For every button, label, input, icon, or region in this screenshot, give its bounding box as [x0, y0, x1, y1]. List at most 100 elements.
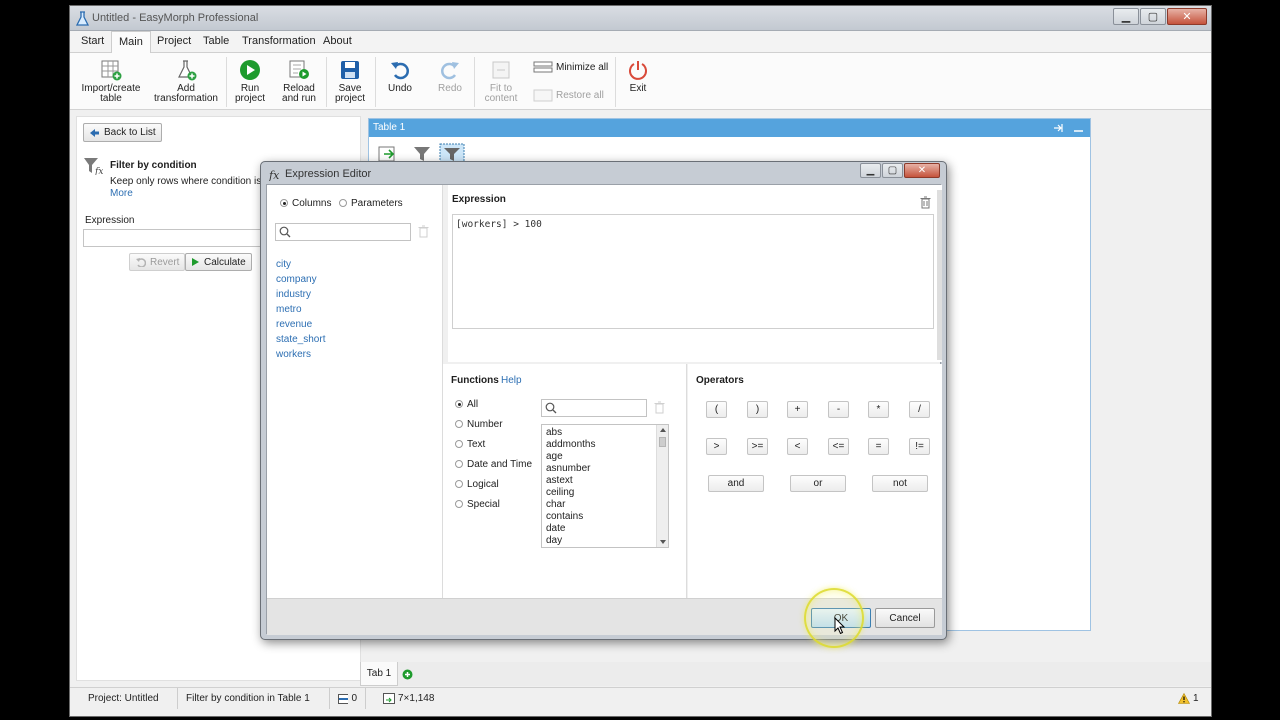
- expression-editor-input[interactable]: [workers] > 100: [452, 214, 934, 329]
- status-context: Filter by condition in Table 1: [178, 688, 330, 709]
- function-item[interactable]: contains: [542, 511, 668, 523]
- scroll-up-icon[interactable]: [659, 427, 667, 433]
- radio-unselected: [339, 199, 347, 207]
- pin-icon[interactable]: [1053, 123, 1064, 133]
- redo-button[interactable]: Redo: [433, 59, 467, 94]
- column-search-input[interactable]: [275, 223, 411, 241]
- function-item[interactable]: asnumber: [542, 463, 668, 475]
- tab-1[interactable]: Tab 1: [360, 662, 398, 686]
- search-icon: [545, 402, 557, 414]
- operator-not-equal-button[interactable]: !=: [909, 438, 930, 455]
- exit-button[interactable]: Exit: [625, 59, 651, 94]
- back-to-list-button[interactable]: Back to List: [83, 123, 162, 142]
- function-item[interactable]: addmonths: [542, 439, 668, 451]
- tab-transformation[interactable]: Transformation: [242, 35, 316, 47]
- operator-or-button[interactable]: or: [790, 475, 846, 492]
- add-tab-icon[interactable]: [402, 669, 413, 680]
- maximize-button[interactable]: ▢: [1140, 8, 1166, 25]
- minimize-all-button[interactable]: Minimize all: [533, 61, 608, 74]
- function-category-logical[interactable]: Logical: [455, 479, 499, 490]
- operator-less-button[interactable]: <: [787, 438, 808, 455]
- minimize-button[interactable]: ▁: [1113, 8, 1139, 25]
- column-item[interactable]: industry: [276, 289, 311, 300]
- status-project: Project: Untitled: [80, 688, 178, 709]
- fit-to-content-button[interactable]: Fit to content: [481, 59, 521, 104]
- save-project-button[interactable]: Save project: [332, 59, 368, 104]
- dialog-minimize-button[interactable]: ▁: [860, 163, 881, 178]
- column-item[interactable]: metro: [276, 304, 302, 315]
- column-item[interactable]: state_short: [276, 334, 325, 345]
- column-item[interactable]: company: [276, 274, 317, 285]
- operator-and-button[interactable]: and: [708, 475, 764, 492]
- tab-project[interactable]: Project: [157, 35, 191, 47]
- function-item[interactable]: ceiling: [542, 487, 668, 499]
- function-category-date-time[interactable]: Date and Time: [455, 459, 532, 470]
- arrow-left-icon: [90, 128, 99, 137]
- function-item[interactable]: abs: [542, 425, 668, 439]
- clear-expression-icon[interactable]: [920, 196, 931, 209]
- tab-table[interactable]: Table: [203, 35, 229, 47]
- function-category-number[interactable]: Number: [455, 419, 503, 430]
- operator-equal-button[interactable]: =: [868, 438, 889, 455]
- calculate-button[interactable]: Calculate: [185, 253, 252, 271]
- function-item[interactable]: char: [542, 499, 668, 511]
- function-search-input[interactable]: [541, 399, 647, 417]
- table-add-icon: [101, 60, 122, 81]
- status-warnings[interactable]: 1: [1170, 688, 1210, 709]
- columns-radio[interactable]: Columns: [280, 198, 331, 209]
- operator-greater-equal-button[interactable]: >=: [747, 438, 768, 455]
- undo-button[interactable]: Undo: [383, 59, 417, 94]
- dialog-title-bar: fx Expression Editor: [269, 165, 371, 183]
- operator-not-button[interactable]: not: [872, 475, 928, 492]
- restore-all-button[interactable]: Restore all: [533, 89, 604, 102]
- column-item[interactable]: revenue: [276, 319, 312, 330]
- operator-less-equal-button[interactable]: <=: [828, 438, 849, 455]
- run-project-button[interactable]: Run project: [231, 59, 269, 104]
- columns-panel: Columns Parameters city company industry…: [267, 185, 443, 598]
- dialog-scrollbar[interactable]: [937, 190, 942, 360]
- tab-main[interactable]: Main: [111, 31, 151, 54]
- operator-minus-button[interactable]: -: [828, 401, 849, 418]
- dialog-close-button[interactable]: ✕: [904, 163, 940, 178]
- function-item[interactable]: date: [542, 523, 668, 535]
- operator-greater-button[interactable]: >: [706, 438, 727, 455]
- functions-scrollbar[interactable]: [656, 425, 668, 547]
- minimize-all-icon: [533, 61, 553, 73]
- function-category-special[interactable]: Special: [455, 499, 500, 510]
- tab-start[interactable]: Start: [81, 35, 104, 47]
- function-item[interactable]: astext: [542, 475, 668, 487]
- cancel-button[interactable]: Cancel: [875, 608, 935, 628]
- column-item[interactable]: city: [276, 259, 291, 270]
- close-button[interactable]: ✕: [1167, 8, 1207, 25]
- operator-plus-button[interactable]: +: [787, 401, 808, 418]
- restore-all-label: Restore all: [556, 90, 604, 101]
- function-category-all[interactable]: All: [455, 399, 478, 410]
- tab-about[interactable]: About: [323, 35, 352, 47]
- operator-multiply-button[interactable]: *: [868, 401, 889, 418]
- operator-open-paren-button[interactable]: (: [706, 401, 727, 418]
- help-link[interactable]: Help: [501, 375, 522, 386]
- ribbon-separator: [375, 57, 376, 107]
- function-category-text[interactable]: Text: [455, 439, 485, 450]
- operator-close-paren-button[interactable]: ): [747, 401, 768, 418]
- revert-button[interactable]: Revert: [129, 253, 186, 271]
- revert-label: Revert: [150, 256, 180, 268]
- reload-and-run-button[interactable]: Reload and run: [277, 59, 321, 104]
- scroll-down-icon[interactable]: [659, 539, 667, 545]
- import-table-button[interactable]: Import/create table: [80, 59, 142, 104]
- back-to-list-label: Back to List: [104, 127, 156, 138]
- trash-icon[interactable]: [418, 225, 429, 238]
- dialog-maximize-button[interactable]: ▢: [882, 163, 903, 178]
- status-warnings-value: 1: [1193, 693, 1199, 704]
- function-item[interactable]: day: [542, 535, 668, 547]
- add-transformation-button[interactable]: Add transformation: [152, 59, 220, 104]
- scroll-thumb[interactable]: [659, 437, 666, 447]
- column-item[interactable]: workers: [276, 349, 311, 360]
- minimize-window-icon[interactable]: [1073, 123, 1084, 133]
- more-link[interactable]: More: [110, 188, 133, 199]
- trash-icon[interactable]: [654, 401, 665, 414]
- function-item[interactable]: age: [542, 451, 668, 463]
- operator-divide-button[interactable]: /: [909, 401, 930, 418]
- parameters-radio[interactable]: Parameters: [339, 198, 403, 209]
- functions-list[interactable]: abs addmonths age asnumber astext ceilin…: [541, 424, 669, 548]
